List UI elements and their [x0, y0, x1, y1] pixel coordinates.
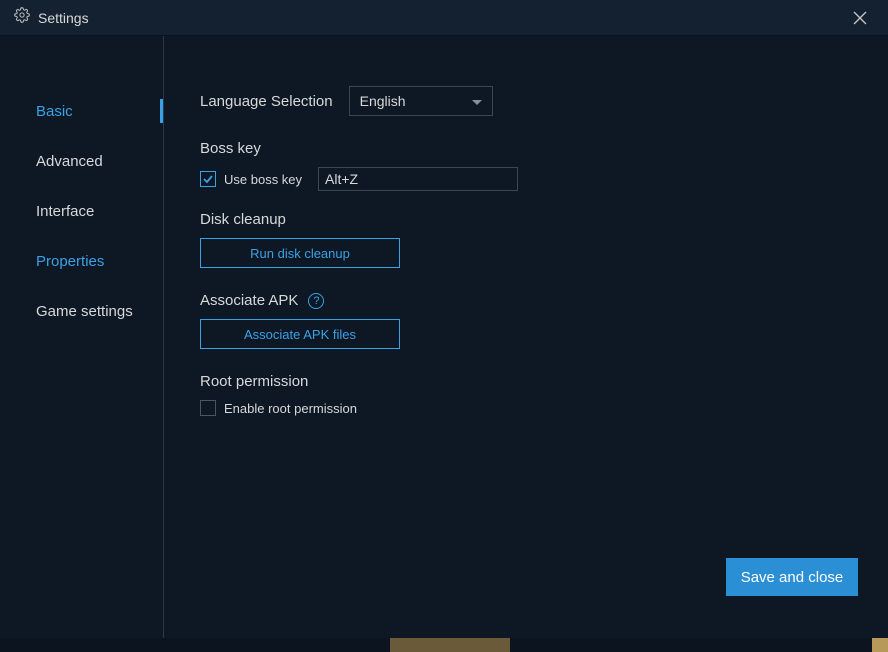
bosskey-title: Boss key [200, 140, 852, 157]
boss-key-shortcut-input[interactable] [318, 167, 518, 191]
root-permission-row: Enable root permission [200, 400, 852, 416]
sidebar-item-label: Basic [36, 103, 73, 120]
root-permission-title: Root permission [200, 373, 852, 390]
enable-root-label: Enable root permission [224, 401, 357, 416]
help-icon[interactable]: ? [308, 293, 324, 309]
titlebar: Settings [0, 0, 888, 36]
sidebar: Basic Advanced Interface Properties Game… [0, 36, 164, 652]
chevron-down-icon [472, 93, 482, 109]
close-button[interactable] [842, 0, 878, 36]
language-row: Language Selection English [200, 86, 852, 116]
gear-icon [14, 7, 30, 28]
associate-apk-title: Associate APK [200, 292, 298, 309]
sidebar-item-label: Advanced [36, 153, 103, 170]
use-boss-key-checkbox[interactable] [200, 171, 216, 187]
use-boss-key-label: Use boss key [224, 172, 302, 187]
button-label: Run disk cleanup [250, 246, 350, 261]
language-value: English [360, 93, 406, 109]
associate-apk-header: Associate APK ? [200, 292, 852, 309]
save-and-close-button[interactable]: Save and close [726, 558, 858, 596]
sidebar-item-label: Interface [36, 203, 94, 220]
disk-cleanup-title: Disk cleanup [200, 211, 852, 228]
check-icon [202, 173, 214, 185]
button-label: Save and close [741, 569, 844, 586]
sidebar-item-basic[interactable]: Basic [0, 86, 163, 136]
sidebar-item-label: Properties [36, 253, 104, 270]
language-label: Language Selection [200, 93, 333, 110]
main: Basic Advanced Interface Properties Game… [0, 36, 888, 652]
window-title: Settings [38, 10, 89, 26]
sidebar-item-interface[interactable]: Interface [0, 186, 163, 236]
button-label: Associate APK files [244, 327, 356, 342]
sidebar-item-properties[interactable]: Properties [0, 236, 163, 286]
sidebar-item-label: Game settings [36, 303, 133, 320]
run-disk-cleanup-button[interactable]: Run disk cleanup [200, 238, 400, 268]
sidebar-item-game-settings[interactable]: Game settings [0, 286, 163, 336]
content: Language Selection English Boss key Use … [164, 36, 888, 652]
title-left: Settings [14, 7, 89, 28]
sidebar-item-advanced[interactable]: Advanced [0, 136, 163, 186]
enable-root-checkbox[interactable] [200, 400, 216, 416]
bosskey-row: Use boss key [200, 167, 852, 191]
associate-apk-button[interactable]: Associate APK files [200, 319, 400, 349]
background-strip [0, 638, 888, 652]
language-select[interactable]: English [349, 86, 493, 116]
close-icon [853, 11, 867, 25]
